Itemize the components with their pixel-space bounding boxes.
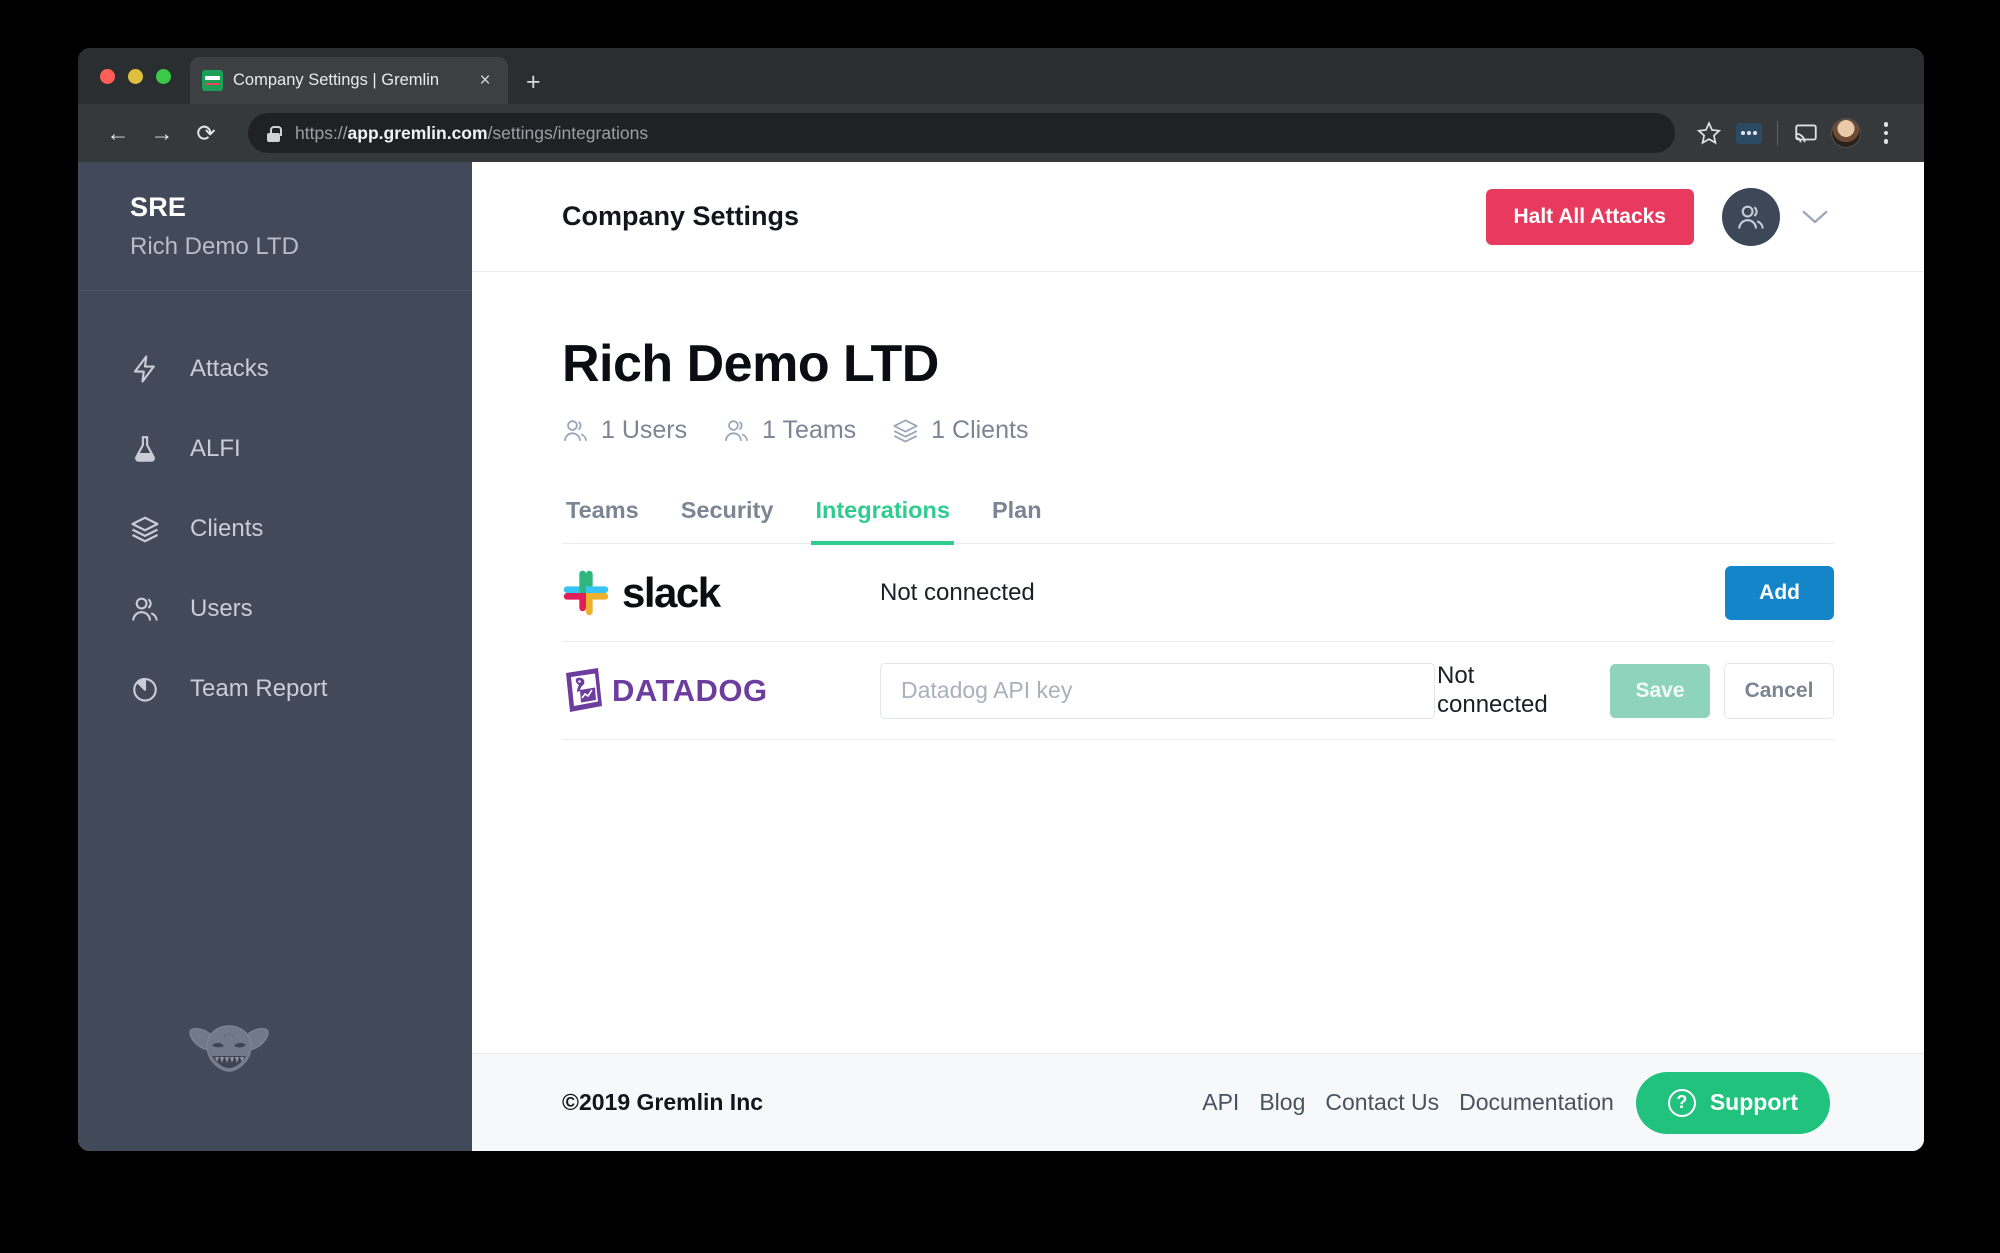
browser-tabstrip: Company Settings | Gremlin × +	[78, 48, 1924, 104]
footer-link-api[interactable]: API	[1202, 1089, 1239, 1116]
slack-wordmark: slack	[622, 568, 721, 616]
browser-window: Company Settings | Gremlin × + ← → ⟳ htt…	[78, 48, 1924, 1151]
lock-icon	[266, 125, 282, 142]
bolt-icon	[130, 354, 176, 384]
support-button-label: Support	[1709, 1089, 1798, 1115]
close-tab-icon[interactable]: ×	[474, 71, 496, 90]
url-scheme: https://	[295, 122, 348, 143]
reload-button[interactable]: ⟳	[184, 111, 228, 155]
datadog-status-text: Not connected	[1437, 661, 1548, 718]
kebab-icon	[1883, 122, 1889, 144]
close-window-button[interactable]	[100, 69, 115, 84]
url-text: https://app.gremlin.com/settings/integra…	[295, 123, 648, 144]
stat-teams: 1 Teams	[723, 416, 856, 445]
halt-all-attacks-button[interactable]: Halt All Attacks	[1485, 188, 1694, 245]
page-body: Rich Demo LTD 1 Users 1 Teams 1 Clients …	[472, 272, 1924, 1053]
stat-clients: 1 Clients	[892, 416, 1028, 445]
browser-tab[interactable]: Company Settings | Gremlin ×	[190, 57, 508, 104]
stat-label: 1 Teams	[762, 416, 857, 444]
cast-icon[interactable]	[1786, 113, 1826, 153]
url-host: app.gremlin.com	[347, 122, 488, 143]
browser-toolbar: ← → ⟳ https://app.gremlin.com/settings/i…	[78, 104, 1924, 162]
app-viewport: SRE Rich Demo LTD Attacks ALFI Clients U…	[78, 162, 1924, 1151]
layers-icon	[130, 514, 176, 544]
users-icon	[723, 417, 750, 444]
extension-dots-icon	[1736, 122, 1762, 144]
content-topbar: Company Settings Halt All Attacks	[472, 162, 1924, 272]
avatar	[1831, 118, 1861, 148]
gremlin-logo-icon	[188, 1021, 270, 1083]
url-path: /settings/integrations	[487, 122, 649, 143]
question-circle-icon: ?	[1667, 1088, 1696, 1117]
users-icon	[130, 594, 176, 624]
settings-tabs: Teams Security Integrations Plan	[562, 497, 1834, 545]
sidebar-item-clients[interactable]: Clients	[78, 489, 472, 569]
org-stats: 1 Users 1 Teams 1 Clients	[562, 416, 1834, 445]
user-menu[interactable]	[1722, 187, 1830, 246]
chevron-down-icon	[1800, 208, 1830, 226]
new-tab-button[interactable]: +	[526, 70, 541, 95]
tab-integrations[interactable]: Integrations	[811, 497, 954, 545]
footer-link-blog[interactable]: Blog	[1259, 1089, 1305, 1116]
back-button[interactable]: ←	[96, 111, 140, 155]
sidebar-item-label: Users	[190, 595, 253, 622]
datadog-api-key-input[interactable]	[880, 662, 1435, 719]
tab-plan[interactable]: Plan	[988, 497, 1046, 545]
minimize-window-button[interactable]	[128, 69, 143, 84]
main-content: Company Settings Halt All Attacks Rich D…	[472, 162, 1924, 1151]
sidebar-item-label: Attacks	[190, 355, 269, 382]
footer-link-documentation[interactable]: Documentation	[1459, 1089, 1614, 1116]
datadog-wordmark: DATADOG	[612, 672, 768, 708]
browser-menu-icon[interactable]	[1866, 113, 1906, 153]
slack-status-text: Not connected	[880, 578, 1035, 606]
toolbar-divider	[1777, 121, 1778, 145]
stat-label: 1 Users	[601, 416, 688, 444]
footer-link-contact-us[interactable]: Contact Us	[1325, 1089, 1439, 1116]
bookmark-star-icon[interactable]	[1689, 113, 1729, 153]
integration-row-slack: slack Not connected Add	[562, 544, 1834, 642]
page-header-title: Company Settings	[562, 201, 800, 231]
browser-tab-title: Company Settings | Gremlin	[233, 71, 440, 89]
integration-row-datadog: DATADOG Not connected Save Cancel	[562, 642, 1834, 740]
sidebar-brand[interactable]: SRE Rich Demo LTD	[78, 162, 472, 290]
screenshot-root: Company Settings | Gremlin × + ← → ⟳ htt…	[0, 0, 2000, 1253]
layers-icon	[892, 417, 919, 444]
datadog-logo-icon: DATADOG	[562, 666, 880, 716]
sidebar-item-attacks[interactable]: Attacks	[78, 329, 472, 409]
stat-users: 1 Users	[562, 416, 687, 445]
sidebar-nav: Attacks ALFI Clients Users Team Report	[78, 291, 472, 729]
sidebar-item-alfi[interactable]: ALFI	[78, 409, 472, 489]
user-avatar-icon	[1722, 187, 1780, 246]
stat-label: 1 Clients	[931, 416, 1029, 444]
extension-icon[interactable]	[1729, 113, 1769, 153]
flask-icon	[130, 434, 176, 464]
page-title: Rich Demo LTD	[562, 335, 939, 393]
sidebar-item-team-report[interactable]: Team Report	[78, 649, 472, 729]
slack-add-button[interactable]: Add	[1725, 565, 1834, 620]
sidebar: SRE Rich Demo LTD Attacks ALFI Clients U…	[78, 162, 472, 1151]
page-footer: ©2019 Gremlin Inc API Blog Contact Us Do…	[472, 1053, 1924, 1151]
address-bar[interactable]: https://app.gremlin.com/settings/integra…	[248, 113, 1675, 153]
slack-logo-icon: slack	[562, 569, 880, 617]
tab-teams[interactable]: Teams	[562, 497, 643, 545]
chrome-profile-avatar[interactable]	[1826, 113, 1866, 153]
sidebar-brand-subtitle: Rich Demo LTD	[130, 233, 299, 260]
datadog-cancel-button[interactable]: Cancel	[1724, 662, 1834, 719]
window-controls	[100, 69, 171, 84]
forward-button[interactable]: →	[140, 111, 184, 155]
sidebar-item-label: Team Report	[190, 675, 328, 702]
gremlin-favicon-icon	[202, 70, 223, 91]
footer-links: API Blog Contact Us Documentation	[1202, 1089, 1614, 1116]
sidebar-item-label: ALFI	[190, 435, 241, 462]
tab-security[interactable]: Security	[677, 497, 778, 545]
sidebar-brand-title: SRE	[130, 192, 187, 222]
maximize-window-button[interactable]	[156, 69, 171, 84]
datadog-save-button[interactable]: Save	[1610, 663, 1710, 718]
support-button[interactable]: ? Support	[1635, 1071, 1830, 1134]
users-icon	[562, 417, 589, 444]
sidebar-item-label: Clients	[190, 515, 264, 542]
pie-chart-icon	[130, 674, 176, 704]
sidebar-item-users[interactable]: Users	[78, 569, 472, 649]
copyright-text: ©2019 Gremlin Inc	[562, 1089, 764, 1115]
